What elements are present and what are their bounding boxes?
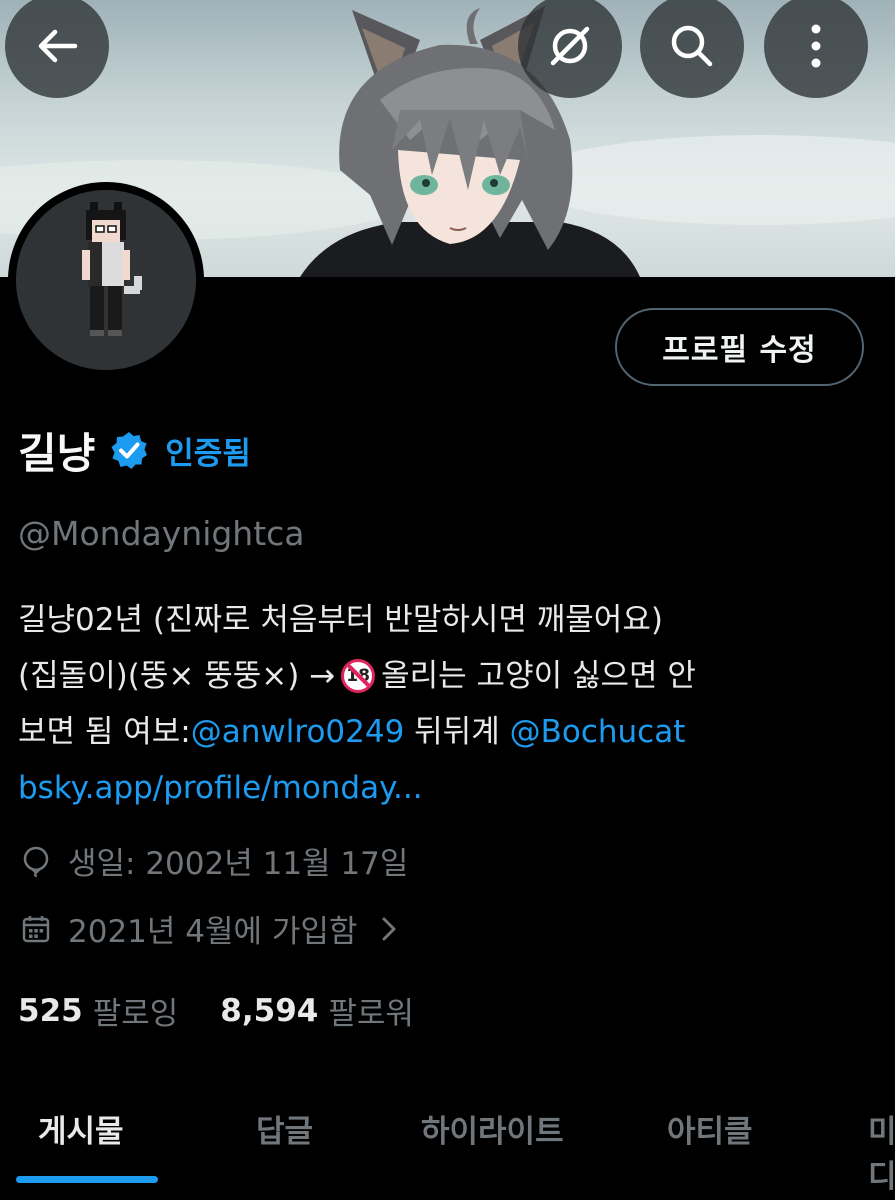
joined-row[interactable]: 2021년 4월에 가입함 <box>20 906 399 951</box>
follow-stats: 525 팔로잉 8,594 팔로워 <box>18 988 414 1033</box>
no-under-18-icon: 18 <box>341 659 376 693</box>
bio-text: 뒤뒤계 <box>404 714 510 750</box>
pixel-character-avatar <box>16 190 196 370</box>
following-link[interactable]: 525 팔로잉 <box>18 988 178 1033</box>
profile-avatar[interactable] <box>8 182 204 378</box>
more-vertical-icon <box>811 24 821 68</box>
birthday-text: 생일: 2002년 11월 17일 <box>68 846 409 882</box>
verified-badge-icon[interactable] <box>109 430 149 470</box>
tab-replies[interactable]: 답글 <box>256 1106 313 1151</box>
bio-line: 보면 됨 여보: @anwlro0249 뒤뒤계 @Bochucat <box>18 704 878 760</box>
tab-media[interactable]: 미디어 <box>868 1106 895 1200</box>
tab-highlights[interactable]: 하이라이트 <box>421 1106 564 1151</box>
balloon-icon <box>23 846 49 877</box>
bio-line: 길냥02년 (진짜로 처음부터 반말하시면 깨물어요) <box>18 592 878 648</box>
profile-bio: 길냥02년 (진짜로 처음부터 반말하시면 깨물어요) (집돌이)(뚱× 뚱뚱×… <box>18 592 878 816</box>
back-arrow-icon <box>38 29 78 63</box>
bio-text: (집돌이)(뚱× 뚱뚱×) → <box>18 658 336 694</box>
tab-posts[interactable]: 게시물 <box>38 1106 124 1151</box>
tab-articles[interactable]: 아티클 <box>667 1106 753 1151</box>
mention-link[interactable]: @Bochucat <box>510 704 686 760</box>
joined-text: 2021년 4월에 가입함 <box>68 914 358 950</box>
bio-line: bsky.app/profile/monday... <box>18 760 878 816</box>
chevron-right-icon <box>382 917 396 940</box>
birthday-row: 생일: 2002년 11월 17일 <box>20 838 408 883</box>
external-link[interactable]: bsky.app/profile/monday... <box>18 760 423 816</box>
followers-label: 팔로워 <box>328 996 414 1032</box>
following-label: 팔로잉 <box>92 996 179 1032</box>
bio-line: (집돌이)(뚱× 뚱뚱×) → 18 올리는 고양이 싫으면 안 <box>18 648 878 704</box>
grok-slash-icon <box>550 26 590 66</box>
followers-link[interactable]: 8,594 팔로워 <box>220 988 414 1033</box>
bio-text: 길냥02년 (진짜로 처음부터 반말하시면 깨물어요) <box>18 602 663 638</box>
display-name: 길냥 <box>18 428 96 478</box>
edit-profile-button[interactable]: 프로필 수정 <box>615 308 864 386</box>
bio-text: 올리는 고양이 싫으면 안 <box>381 658 696 694</box>
profile-handle: @Mondaynightca <box>18 514 305 553</box>
bio-text: 보면 됨 여보: <box>18 714 191 750</box>
search-icon <box>671 25 713 67</box>
profile-tabs: 게시물 답글 하이라이트 아티클 미디어 <box>0 1096 895 1200</box>
verified-label[interactable]: 인증됨 <box>165 428 251 473</box>
active-tab-indicator <box>16 1176 158 1183</box>
profile-name-row: 길냥 인증됨 <box>18 418 251 482</box>
followers-count: 8,594 <box>220 992 319 1029</box>
calendar-icon <box>22 915 50 942</box>
following-count: 525 <box>18 992 83 1029</box>
mention-link[interactable]: @anwlro0249 <box>191 704 405 760</box>
avatar-image <box>16 190 196 370</box>
